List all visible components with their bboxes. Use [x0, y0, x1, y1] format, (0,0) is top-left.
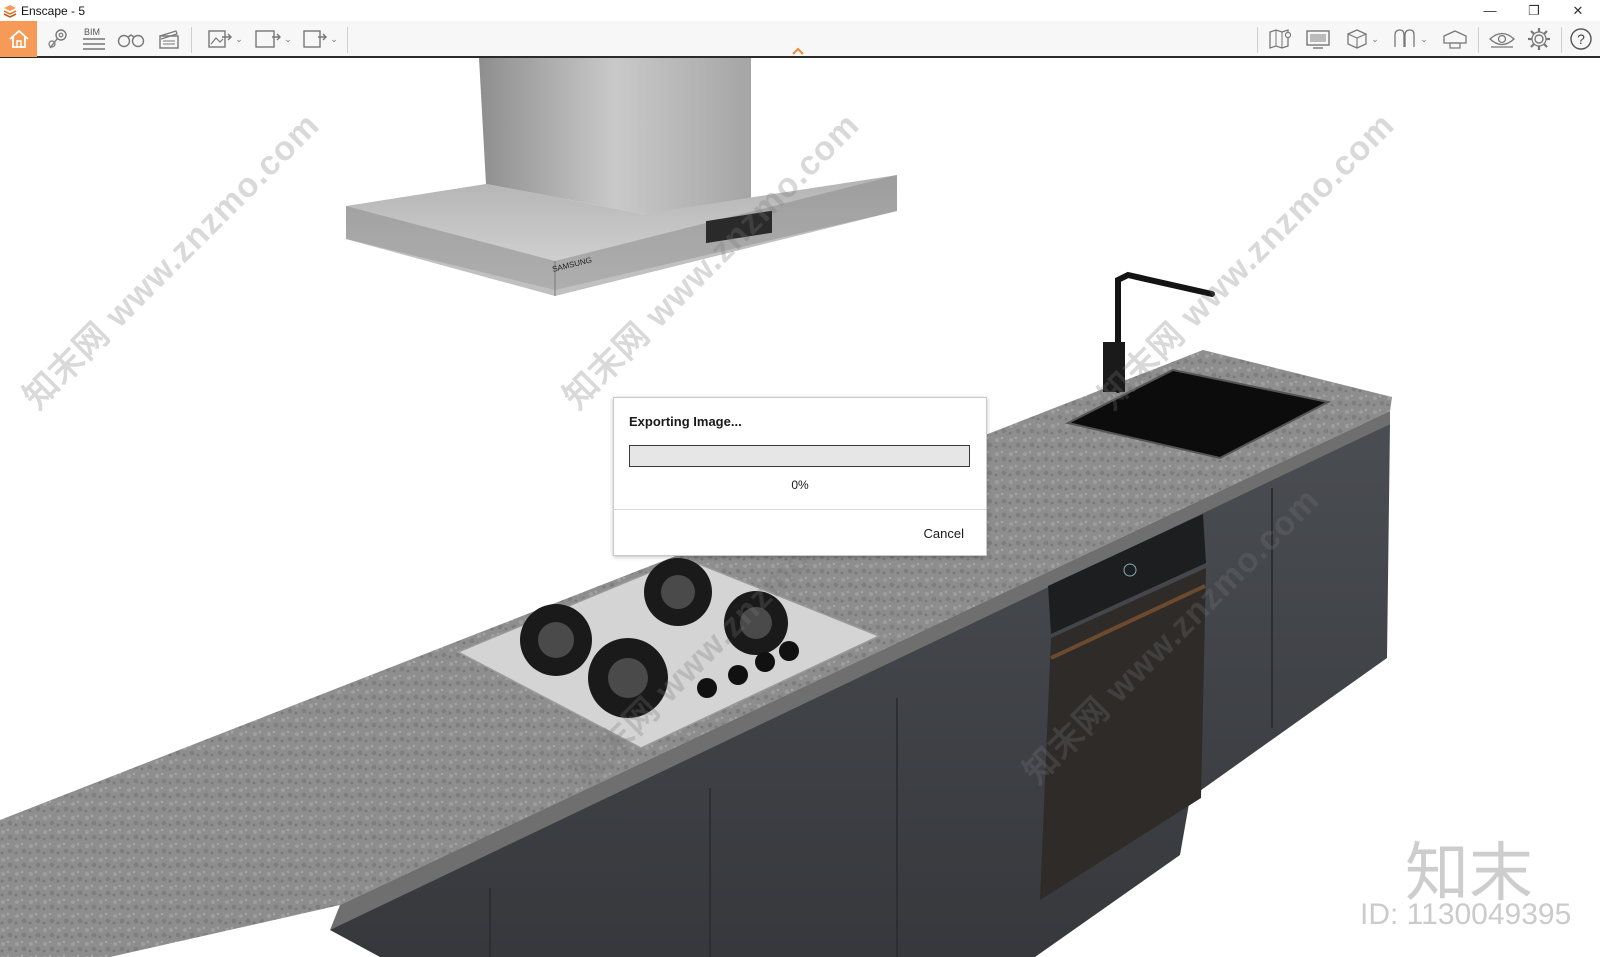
toolbar: BIM ⌄ ⌄ ⌄ ⌄ ⌄ ?: [0, 21, 1600, 58]
monitor-button[interactable]: [1303, 25, 1333, 53]
collapse-toolbar-button[interactable]: [791, 43, 805, 55]
map-icon: [1269, 29, 1292, 49]
toolbar-separator: [1478, 27, 1479, 53]
asset-library-button[interactable]: ⌄: [1342, 25, 1382, 53]
watermark-id: ID: 1130049395: [1360, 898, 1572, 931]
eye-icon: [1489, 32, 1515, 48]
help-button[interactable]: ?: [1567, 25, 1595, 53]
chevron-down-icon[interactable]: ⌄: [1420, 34, 1428, 45]
visual-settings-button[interactable]: [1486, 25, 1518, 53]
headset-button[interactable]: [1440, 25, 1470, 53]
binoculars-button[interactable]: [116, 25, 146, 53]
home-button[interactable]: [0, 21, 37, 57]
monitor-icon: [1306, 30, 1330, 49]
progress-bar: [629, 445, 970, 467]
binoculars-icon: [117, 34, 145, 48]
export-image-icon: [208, 30, 233, 48]
progress-percent: 0%: [791, 478, 809, 492]
export-panorama-button[interactable]: ⌄: [251, 25, 295, 53]
views-button[interactable]: [44, 25, 72, 53]
export-progress-dialog: Exporting Image... 0% Cancel: [613, 397, 987, 556]
enscape-logo-icon: [3, 4, 17, 18]
minimize-button[interactable]: —: [1468, 0, 1512, 21]
clapperboard-icon: [159, 30, 179, 49]
chevron-down-icon[interactable]: ⌄: [235, 34, 243, 45]
vr-button[interactable]: ⌄: [1390, 25, 1430, 53]
toolbar-separator: [347, 27, 348, 53]
title-bar: Enscape - 5 — ❐ ✕: [0, 0, 1600, 21]
bim-button[interactable]: BIM: [80, 25, 108, 53]
dialog-divider: [614, 509, 986, 510]
video-editor-button[interactable]: [155, 25, 183, 53]
export-image-button[interactable]: ⌄: [203, 25, 247, 53]
views-icon: [48, 29, 67, 49]
toolbar-separator: [1561, 27, 1562, 53]
chevron-down-icon[interactable]: ⌄: [1371, 34, 1379, 45]
window-title: Enscape - 5: [21, 3, 86, 18]
home-icon: [8, 29, 29, 48]
cube-icon: [1347, 29, 1367, 49]
gear-icon: [1528, 28, 1550, 50]
export-exe-button[interactable]: ⌄: [298, 25, 342, 53]
export-exe-icon: [303, 30, 328, 48]
dialog-title: Exporting Image...: [629, 414, 742, 429]
vr-icon: [1394, 29, 1415, 47]
chevron-up-icon: [792, 47, 804, 55]
restore-button[interactable]: ❐: [1512, 0, 1556, 21]
settings-button[interactable]: [1524, 25, 1554, 53]
chevron-down-icon[interactable]: ⌄: [284, 34, 292, 45]
map-button[interactable]: [1266, 25, 1296, 53]
headset-icon: [1443, 30, 1467, 49]
toolbar-separator: [1257, 27, 1258, 53]
close-button[interactable]: ✕: [1556, 0, 1600, 21]
cancel-button[interactable]: Cancel: [924, 526, 964, 541]
window-controls: — ❐ ✕: [1468, 0, 1600, 21]
bim-label: BIM: [84, 27, 101, 37]
help-label: ?: [1577, 31, 1585, 47]
export-panorama-icon: [255, 30, 282, 48]
chevron-down-icon[interactable]: ⌄: [330, 34, 338, 45]
toolbar-separator: [191, 27, 192, 53]
